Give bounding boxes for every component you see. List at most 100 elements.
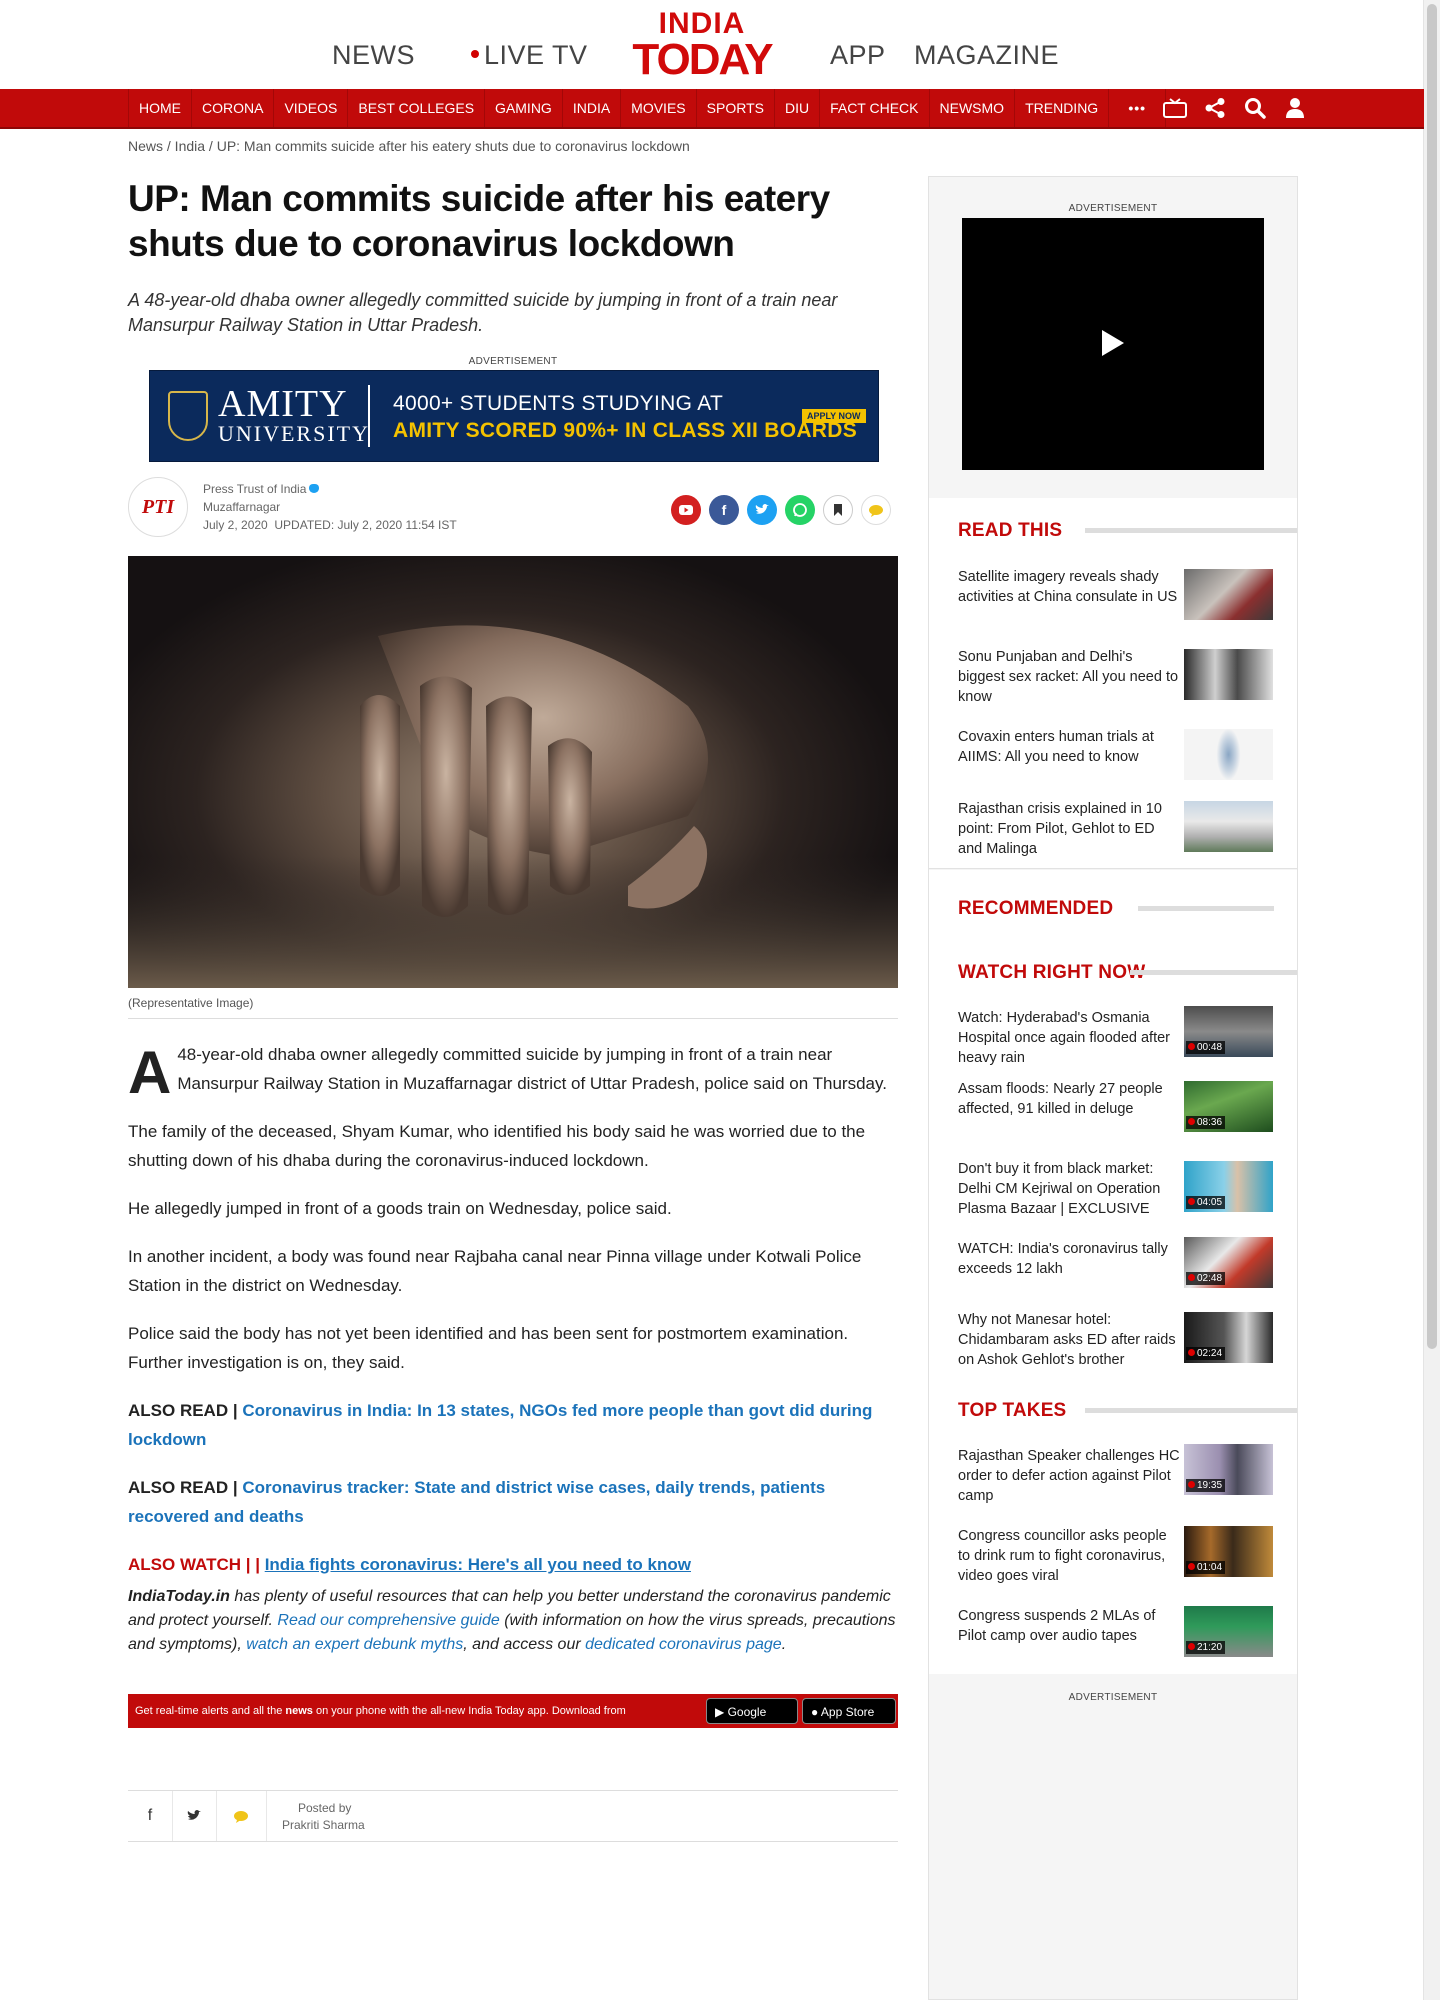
duration: 21:20	[1197, 1642, 1223, 1653]
read-this-item[interactable]: Covaxin enters human trials at AIIMS: Al…	[929, 715, 1297, 796]
read-this-item[interactable]: Satellite imagery reveals shady activiti…	[929, 555, 1297, 636]
also-watch-link[interactable]: India fights coronavirus: Here's all you…	[265, 1555, 691, 1574]
bookmark-icon[interactable]	[823, 495, 853, 525]
item-title: Congress councillor asks people to drink…	[958, 1528, 1167, 1584]
pti-logo: PTI	[128, 477, 188, 537]
amity-ad-banner[interactable]: AMITY UNIVERSITY 4000+ STUDENTS STUDYING…	[149, 370, 879, 462]
nav-videos[interactable]: VIDEOS	[274, 89, 349, 127]
video-item[interactable]: Don't buy it from black market: Delhi CM…	[929, 1147, 1297, 1228]
heading-rule	[1130, 970, 1297, 975]
paragraph: The family of the deceased, Shyam Kumar,…	[128, 1122, 866, 1170]
india-today-logo[interactable]: INDIA TODAY	[628, 9, 776, 81]
top-takes-heading: TOP TAKES	[958, 1400, 1067, 1421]
play-icon	[1188, 1118, 1195, 1125]
google-play-icon: ▶	[715, 1705, 728, 1719]
play-icon[interactable]	[1102, 330, 1124, 356]
publish-date: July 2, 2020	[203, 518, 268, 532]
thumbnail-image	[1184, 729, 1273, 780]
app-strip-text-part: Get real-time alerts and all the	[135, 1705, 286, 1717]
play-icon	[1188, 1481, 1195, 1488]
nav-india[interactable]: INDIA	[563, 89, 622, 127]
dateline-location: Muzaffarnagar	[203, 500, 281, 514]
video-item[interactable]: Why not Manesar hotel: Chidambaram asks …	[929, 1298, 1297, 1378]
heading-rule	[1085, 1408, 1297, 1413]
video-item[interactable]: Assam floods: Nearly 27 people affected,…	[929, 1067, 1297, 1148]
play-icon	[1188, 1043, 1195, 1050]
nav-corona[interactable]: CORONA	[192, 89, 275, 127]
nav-best-colleges[interactable]: BEST COLLEGES	[348, 89, 486, 127]
play-icon	[1188, 1643, 1195, 1650]
news-link[interactable]: NEWS	[332, 40, 415, 71]
guide-link[interactable]: Read our comprehensive guide	[277, 1612, 499, 1629]
comment-icon[interactable]	[216, 1791, 267, 1841]
myths-link[interactable]: watch an expert debunk myths	[246, 1636, 463, 1653]
paragraph-text: 48-year-old dhaba owner allegedly commit…	[177, 1045, 887, 1093]
item-title: Rajasthan Speaker challenges HC order to…	[958, 1448, 1180, 1504]
video-item[interactable]: WATCH: India's coronavirus tally exceeds…	[929, 1227, 1297, 1299]
tv-icon[interactable]	[1155, 89, 1195, 127]
video-item[interactable]: Watch: Hyderabad's Osmania Hospital once…	[929, 996, 1297, 1068]
user-icon[interactable]	[1275, 89, 1315, 127]
whatsapp-share-icon[interactable]	[785, 495, 815, 525]
page-scrollbar[interactable]	[1423, 0, 1440, 2000]
thumbnail-image: 21:20	[1184, 1606, 1273, 1657]
scrollbar-thumb[interactable]	[1427, 4, 1437, 1349]
read-this-item[interactable]: Sonu Punjaban and Delhi's biggest sex ra…	[929, 635, 1297, 716]
google-play-button[interactable]: ▶ Google play	[706, 1698, 798, 1745]
nav-home[interactable]: HOME	[128, 89, 192, 127]
duration: 08:36	[1197, 1117, 1223, 1128]
twitter-share-icon[interactable]	[747, 495, 777, 525]
twitter-icon[interactable]	[172, 1791, 217, 1841]
nav-diu[interactable]: DIU	[775, 89, 821, 127]
apply-now-button[interactable]: APPLY NOW	[802, 409, 866, 423]
coronavirus-page-link[interactable]: dedicated coronavirus page	[585, 1636, 782, 1653]
app-store-button[interactable]: ● App Store	[802, 1698, 896, 1724]
magazine-link[interactable]: MAGAZINE	[914, 40, 1059, 71]
search-icon[interactable]	[1235, 89, 1275, 127]
nav-newsmo[interactable]: NEWSMO	[930, 89, 1016, 127]
duration: 01:04	[1197, 1562, 1223, 1573]
twitter-bird-icon[interactable]	[309, 484, 320, 493]
facebook-icon[interactable]: f	[128, 1791, 173, 1841]
share-icon[interactable]	[1195, 89, 1235, 127]
nav-gaming[interactable]: GAMING	[485, 89, 563, 127]
watch-heading: WATCH RIGHT NOW	[958, 962, 1146, 983]
sidebar-video-ad[interactable]	[962, 218, 1264, 470]
sidebar-ad-label: ADVERTISEMENT	[1068, 1692, 1158, 1703]
duration-badge: 21:20	[1186, 1641, 1226, 1654]
top-takes-item[interactable]: Congress councillor asks people to drink…	[929, 1514, 1297, 1595]
thumbnail-image	[1184, 801, 1273, 852]
nav-movies[interactable]: MOVIES	[621, 89, 697, 127]
resources-brand: IndiaToday.in	[128, 1588, 230, 1605]
ad-label: ADVERTISEMENT	[468, 356, 558, 367]
source-link[interactable]: Press Trust of India	[203, 482, 306, 496]
banner-line2: AMITY SCORED 90%+ IN CLASS XII BOARDS	[393, 419, 858, 442]
comment-icon[interactable]	[861, 495, 891, 525]
thumbnail-image: 00:48	[1184, 1006, 1273, 1057]
duration: 19:35	[1197, 1480, 1223, 1491]
hand-illustration	[128, 625, 898, 988]
nav-trending[interactable]: TRENDING	[1015, 89, 1110, 127]
facebook-share-icon[interactable]: f	[709, 495, 739, 525]
top-takes-item[interactable]: Congress suspends 2 MLAs of Pilot camp o…	[929, 1594, 1297, 1674]
app-link[interactable]: APP	[830, 40, 886, 71]
posted-by-label: Posted by	[298, 1801, 352, 1815]
paragraph: A 48-year-old dhaba owner allegedly commi…	[128, 1039, 898, 1106]
nav-sports[interactable]: SPORTS	[697, 89, 775, 127]
top-takes-item[interactable]: Rajasthan Speaker challenges HC order to…	[929, 1434, 1297, 1515]
duration-badge: 02:48	[1186, 1272, 1226, 1285]
breadcrumb[interactable]: News / India / UP: Man commits suicide a…	[128, 138, 690, 154]
updated-date: UPDATED: July 2, 2020 11:54 IST	[274, 518, 457, 532]
live-dot-icon	[471, 49, 479, 58]
posted-by-name: Prakriti Sharma	[282, 1818, 365, 1832]
also-read-label: ALSO READ |	[128, 1401, 243, 1420]
dropcap: A	[128, 1039, 172, 1106]
play-icon	[1188, 1198, 1195, 1205]
duration-badge: 04:05	[1186, 1196, 1226, 1209]
read-this-item[interactable]: Rajasthan crisis explained in 10 point: …	[929, 787, 1297, 867]
nav-fact-check[interactable]: FACT CHECK	[820, 89, 930, 127]
youtube-share-icon[interactable]	[671, 495, 701, 525]
live-tv-link[interactable]: LIVE TV	[471, 40, 588, 71]
paragraph: He allegedly jumped in front of a goods …	[128, 1199, 672, 1218]
banner-divider	[368, 385, 370, 447]
